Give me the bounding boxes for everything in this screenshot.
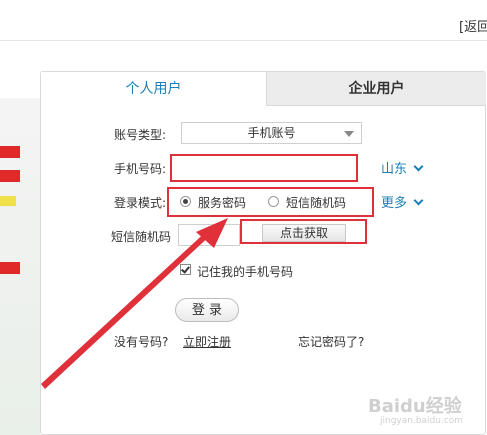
watermark-url: jingyan.baidu.com: [380, 416, 464, 426]
arrow-shaft: [41, 228, 214, 389]
watermark: Baidu经验: [368, 396, 462, 417]
annotation-arrow: [41, 218, 228, 389]
